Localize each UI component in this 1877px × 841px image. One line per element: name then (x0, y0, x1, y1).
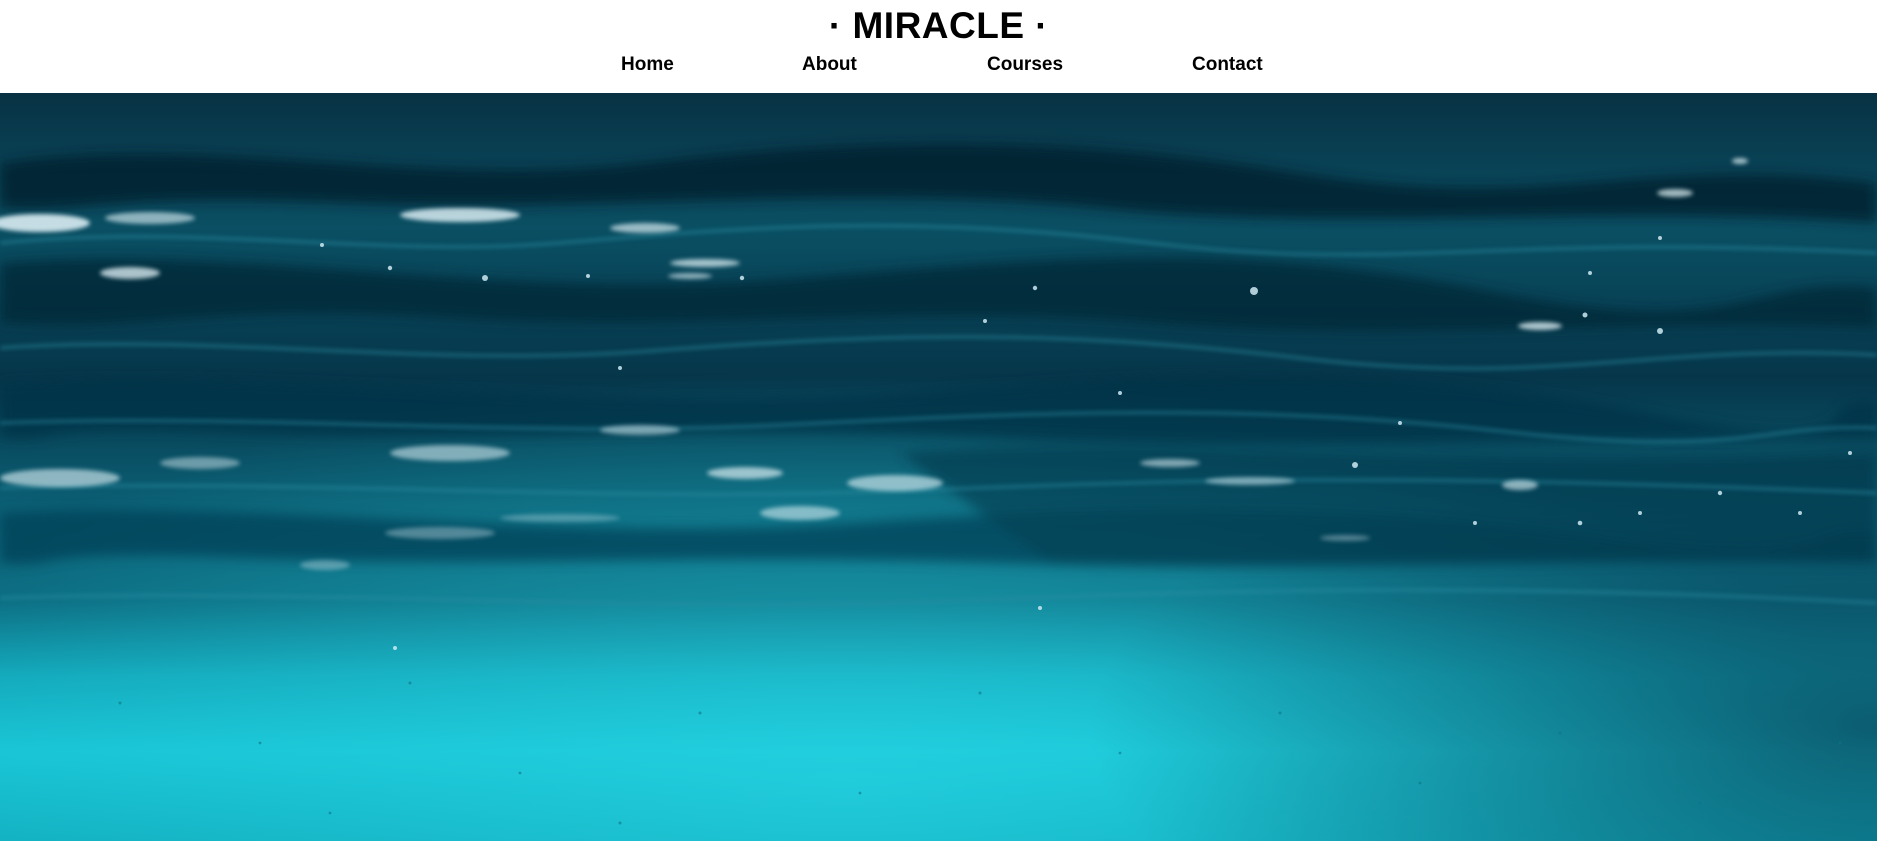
page: · MIRACLE · Home About Courses Contact (0, 0, 1877, 841)
nav-link-home[interactable]: Home (621, 53, 674, 77)
underwater-illustration (0, 93, 1877, 841)
site-header: · MIRACLE · Home About Courses Contact (0, 0, 1877, 93)
site-logo-title[interactable]: · MIRACLE · (0, 4, 1877, 48)
nav-link-about[interactable]: About (802, 53, 857, 77)
nav-link-courses[interactable]: Courses (987, 53, 1063, 77)
nav-link-contact[interactable]: Contact (1192, 53, 1263, 77)
hero-underwater-image (0, 93, 1877, 841)
